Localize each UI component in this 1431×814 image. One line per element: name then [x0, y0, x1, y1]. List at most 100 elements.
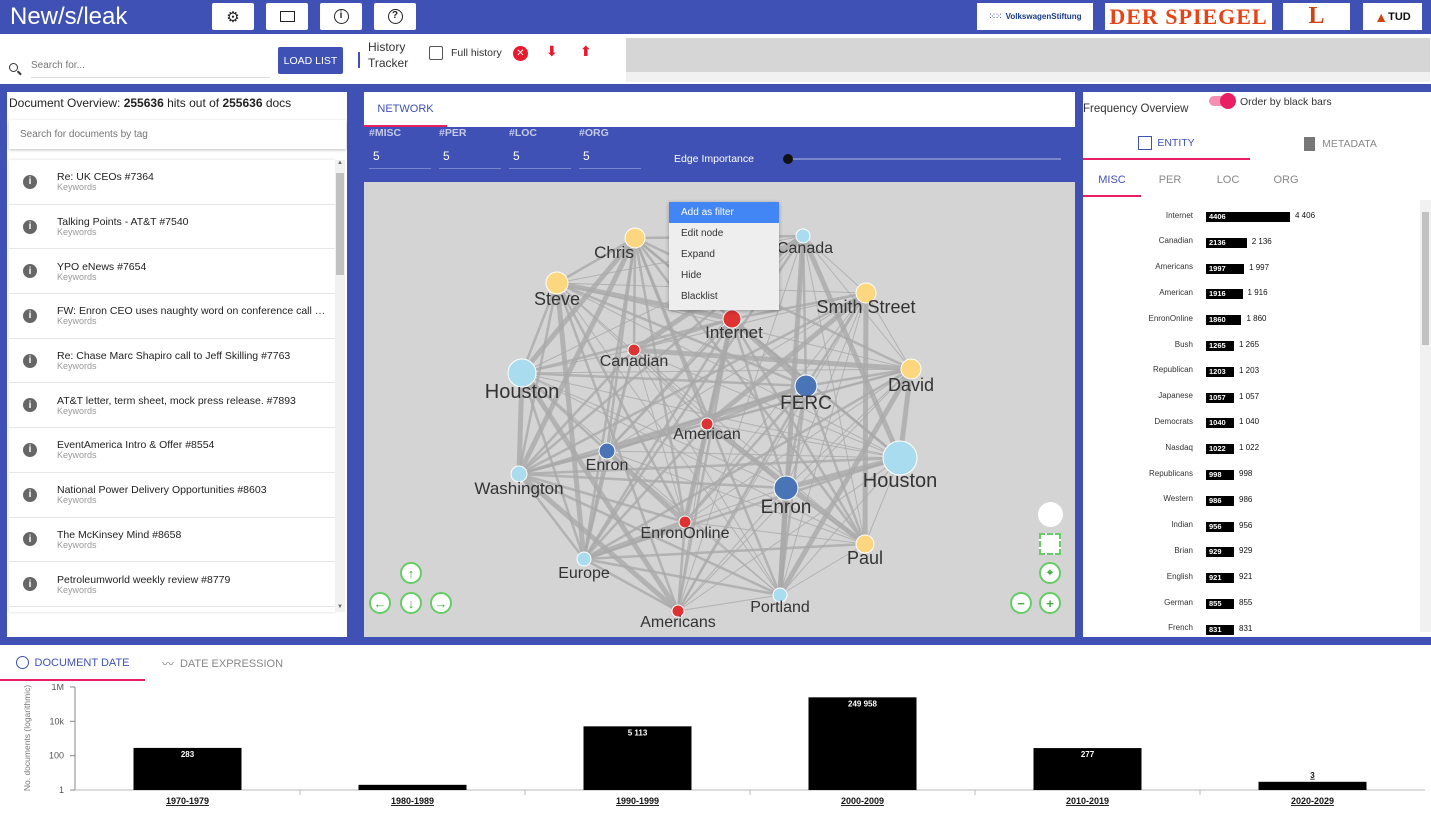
frequency-value: 1 860: [1246, 314, 1267, 324]
frequency-bar[interactable]: 1916: [1206, 289, 1243, 300]
x-tick-label[interactable]: 1970-1979: [166, 796, 209, 806]
bar-value-label: 5 113: [628, 728, 648, 737]
help-button[interactable]: ?: [374, 3, 416, 30]
frequency-bar[interactable]: 956: [1206, 521, 1234, 532]
order-toggle-label: Order by black bars: [1240, 96, 1332, 108]
bar-value-label: 277: [1081, 750, 1095, 759]
frequency-label: Canadian: [1158, 236, 1193, 246]
tag-search-input[interactable]: [9, 120, 346, 149]
frequency-label: Japanese: [1158, 391, 1193, 401]
frequency-label: Bush: [1174, 339, 1193, 349]
histogram-bar[interactable]: [1258, 781, 1367, 790]
info-button[interactable]: i: [320, 3, 362, 30]
settings-button[interactable]: ⚙: [212, 3, 254, 30]
info-icon: i: [333, 9, 349, 24]
entity-count-input[interactable]: 5: [579, 149, 641, 169]
volkswagen-logo-text: VolkswagenStiftung: [1005, 12, 1082, 21]
frequency-bar[interactable]: 1997: [1206, 263, 1245, 274]
order-toggle[interactable]: [1209, 93, 1236, 109]
frequency-bar[interactable]: 1265: [1206, 341, 1234, 351]
clock-icon: [15, 656, 29, 669]
top-bar: New/s/leak ⚙ i ? ⁙⁙ VolkswagenStiftung D…: [0, 0, 1431, 34]
spiegel-logo: DER SPIEGEL: [1105, 3, 1272, 30]
frequency-bar[interactable]: 986: [1206, 495, 1234, 506]
tab-metadata-label: METADATA: [1322, 138, 1377, 150]
full-history-label: Full history: [451, 47, 502, 59]
y-tick-label: 1: [59, 785, 64, 795]
frequency-subtab[interactable]: PER: [1141, 164, 1199, 197]
tab-metadata[interactable]: METADATA: [1250, 128, 1431, 160]
help-icon: ?: [387, 9, 403, 24]
order-toggle-knob[interactable]: [1220, 93, 1236, 109]
frequency-bar[interactable]: 1203: [1206, 366, 1234, 377]
upload-icon[interactable]: ⬆: [580, 44, 592, 58]
document-keywords: Keywords: [57, 182, 97, 193]
entity-count-label: #MISC: [369, 127, 402, 139]
frequency-label: Americans: [1155, 262, 1193, 272]
info-icon[interactable]: i: [23, 174, 37, 189]
app-title[interactable]: New/s/leak: [10, 3, 127, 31]
list-item[interactable]: i Re: UK CEOs #7364 Keywords: [9, 160, 335, 205]
download-icon[interactable]: ⬇: [546, 44, 558, 58]
x-tick-label[interactable]: 2000-2009: [841, 796, 884, 806]
frequency-bar[interactable]: 855: [1206, 599, 1234, 609]
scroll-up-icon[interactable]: ▲: [335, 160, 345, 166]
edge-importance-thumb[interactable]: [783, 154, 793, 164]
total-count: 255636: [222, 96, 263, 110]
frequency-bar[interactable]: 1860: [1206, 315, 1242, 326]
entity-count-input[interactable]: 5: [439, 149, 501, 169]
volkswagen-logo: ⁙⁙ VolkswagenStiftung: [977, 3, 1093, 30]
tab-entity[interactable]: ENTITY: [1083, 128, 1250, 160]
x-tick-label[interactable]: 1990-1999: [616, 796, 659, 806]
edge-importance-slider[interactable]: [783, 154, 1061, 164]
x-tick-label[interactable]: 2010-2019: [1066, 796, 1109, 806]
frequency-label: Western: [1163, 494, 1193, 504]
fullscreen-button[interactable]: [266, 3, 308, 30]
frequency-bar[interactable]: 831: [1206, 624, 1234, 635]
frequency-subtab[interactable]: LOC: [1199, 164, 1257, 197]
full-history-checkbox[interactable]: [429, 46, 443, 60]
frequency-bar[interactable]: 921: [1206, 573, 1234, 584]
tab-document-date[interactable]: DOCUMENT DATE: [0, 646, 145, 681]
histogram-bar[interactable]: [358, 784, 467, 790]
frequency-bar[interactable]: 2136: [1206, 237, 1247, 248]
y-axis-label: No. documents (logarithmic): [22, 685, 32, 791]
tab-network[interactable]: NETWORK: [364, 92, 447, 127]
tab-date-expression[interactable]: 〰 DATE EXPRESSION: [155, 646, 290, 681]
history-track[interactable]: ◂ ▸: [626, 38, 1430, 82]
tud-logo-text: TUD: [1388, 10, 1411, 23]
triangle-icon: ▲: [1374, 8, 1389, 25]
frequency-bar[interactable]: 929: [1206, 547, 1234, 558]
frequency-label: Indian: [1171, 520, 1193, 530]
frequency-value: 1 265: [1239, 340, 1260, 349]
tud-logo: ▲ TUD: [1363, 3, 1422, 30]
load-list-button[interactable]: LOAD LIST: [278, 47, 343, 74]
divider-bottom[interactable]: [0, 637, 1431, 645]
bar-value-label: 283: [181, 750, 195, 759]
frequency-value: 1 057: [1239, 391, 1260, 401]
document-overview-title: Document Overview: 255636 hits out of 25…: [9, 96, 291, 110]
frequency-subtab[interactable]: ORG: [1257, 164, 1315, 197]
history-scrollbar[interactable]: [626, 72, 1430, 82]
y-tick-label: 100: [49, 751, 64, 761]
frequency-label: Republicans: [1148, 468, 1193, 478]
divider-horizontal[interactable]: [0, 84, 1431, 92]
overview-prefix: Document Overview:: [9, 96, 124, 110]
frequency-value: 921: [1239, 572, 1253, 582]
frequency-bar[interactable]: 1057: [1206, 392, 1234, 403]
frequency-bar[interactable]: 998: [1206, 470, 1234, 480]
clear-history-icon[interactable]: ✕: [513, 46, 528, 61]
frequency-subtab[interactable]: MISC: [1083, 164, 1141, 197]
frequency-label: EnronOnline: [1148, 313, 1193, 323]
document-date-histogram[interactable]: 1M 10k 100 1 No. documents (logarithmic) 283 1…: [0, 684, 1431, 814]
frequency-value: 956: [1239, 520, 1253, 530]
x-tick-label[interactable]: 2020-2029: [1291, 796, 1334, 806]
histogram-bar[interactable]: [808, 697, 917, 790]
entity-count-input[interactable]: 5: [509, 149, 571, 169]
x-tick-label[interactable]: 1980-1989: [391, 796, 434, 806]
search-input[interactable]: [31, 54, 270, 78]
frequency-bar[interactable]: 4406: [1206, 212, 1290, 222]
entity-count-input[interactable]: 5: [369, 149, 431, 169]
frequency-bar[interactable]: 1022: [1206, 444, 1234, 455]
frequency-bar[interactable]: 1040: [1206, 418, 1234, 429]
